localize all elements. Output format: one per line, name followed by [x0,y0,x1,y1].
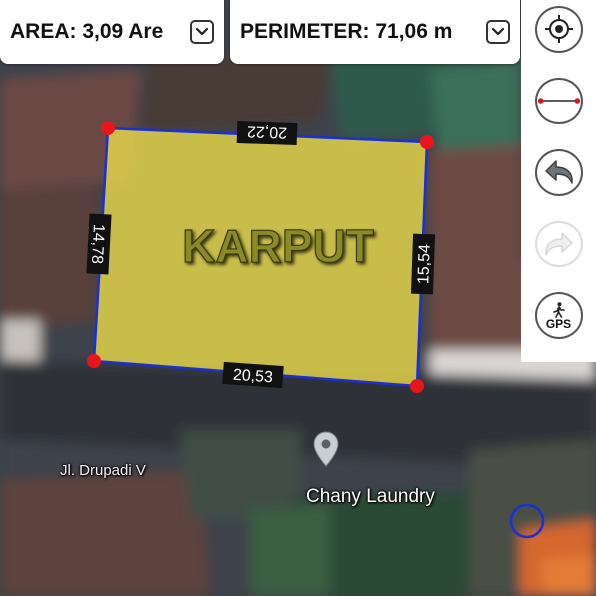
vertex-handle[interactable] [87,354,101,368]
measure-distance-button[interactable] [534,77,583,125]
redo-button[interactable] [534,220,583,268]
gps-button[interactable]: GPS [534,292,583,339]
crosshair-icon [544,15,573,44]
plot-name-label: KARPUT [182,220,374,272]
area-unit-dropdown[interactable] [190,20,214,44]
edge-label-right: 15,54 [410,233,436,295]
locate-button[interactable] [534,6,583,53]
vertex-handle[interactable] [101,121,115,135]
undo-button[interactable] [534,149,583,196]
chevron-down-icon [491,27,505,36]
map-pin-icon[interactable] [312,430,340,468]
map-view[interactable]: 20,22 15,54 20,53 14,78 KARPUT [0,0,596,596]
vertex-handle[interactable] [410,379,424,393]
chevron-down-icon [195,27,209,36]
perimeter-unit-dropdown[interactable] [486,20,510,44]
vertex-handle[interactable] [420,135,434,149]
edge-length-top: 20,22 [247,122,288,140]
edge-label-bottom: 20,53 [222,361,284,389]
edge-length-left: 14,78 [88,223,107,264]
perimeter-value: PERIMETER: 71,06 m [240,20,453,43]
walking-person-icon [552,301,565,318]
distance-line-icon [537,98,580,104]
gps-label: GPS [545,316,572,331]
edge-label-top: 20,22 [236,120,298,146]
area-panel: AREA: 3,09 Are [0,0,224,64]
poi-label[interactable]: Chany Laundry [306,486,435,508]
redo-icon [544,232,573,256]
edge-length-right: 15,54 [415,244,433,285]
perimeter-panel: PERIMETER: 71,06 m [230,0,520,64]
map-toolbar: GPS [521,0,596,362]
edge-label-left: 14,78 [86,213,112,275]
undo-icon [544,160,573,185]
edge-length-bottom: 20,53 [232,367,273,387]
street-label: Jl. Drupadi V [60,462,146,479]
area-value: AREA: 3,09 Are [10,20,164,43]
